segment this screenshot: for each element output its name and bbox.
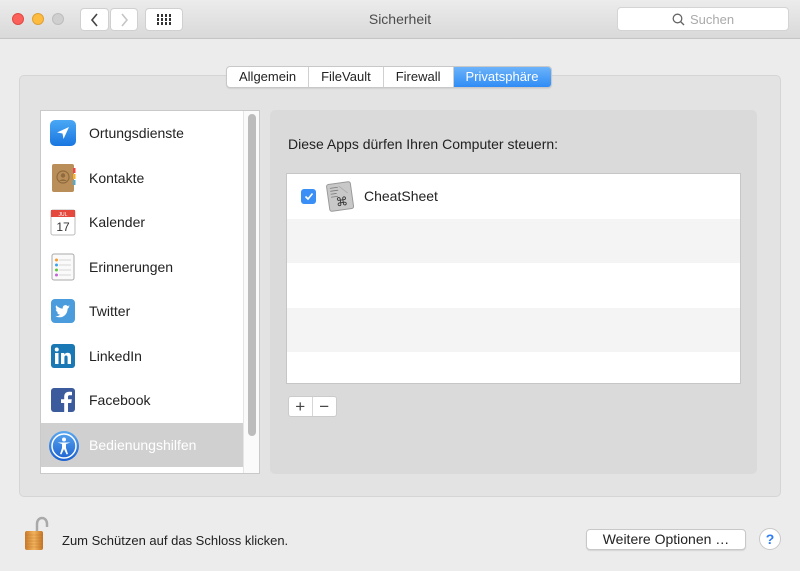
accessibility-icon <box>48 430 79 461</box>
calendar-day: 17 <box>56 220 70 234</box>
sidebar-item-kalender[interactable]: JUL 17 Kalender <box>41 200 244 244</box>
empty-list-row <box>287 263 740 308</box>
more-options-button[interactable]: Weitere Optionen … <box>586 529 746 550</box>
lock-button[interactable] <box>23 516 49 552</box>
sidebar-item-kontakte[interactable]: Kontakte <box>41 156 244 200</box>
svg-text:⌘: ⌘ <box>335 194 349 210</box>
sidebar-item-erinnerungen[interactable]: Erinnerungen <box>41 245 244 289</box>
unlocked-padlock-icon <box>25 516 49 550</box>
search-icon <box>672 13 685 25</box>
tab-bar: Allgemein FileVault Firewall Privatsphär… <box>226 66 552 88</box>
title-bar: Sicherheit Suchen <box>0 0 800 39</box>
sidebar-item-label: Bedienungshilfen <box>89 436 197 453</box>
sidebar-item-label: Kontakte <box>89 169 145 186</box>
app-enabled-checkbox[interactable] <box>301 188 316 204</box>
apps-list[interactable]: ⌘ CheatSheet <box>286 173 741 384</box>
sidebar-item-bedienungshilfen[interactable]: Bedienungshilfen <box>41 422 244 467</box>
sidebar-item-facebook[interactable]: Facebook <box>41 378 244 422</box>
calendar-month: JUL <box>59 212 68 218</box>
add-app-button[interactable]: + <box>289 397 313 416</box>
help-button[interactable]: ? <box>759 528 781 550</box>
sidebar-scrollbar-thumb[interactable] <box>248 114 256 436</box>
tab-allgemein[interactable]: Allgemein <box>227 67 310 87</box>
list-item[interactable]: ⌘ CheatSheet <box>287 174 740 219</box>
privacy-detail-pane: Diese Apps dürfen Ihren Computer steuern… <box>270 110 757 474</box>
twitter-icon <box>48 296 78 326</box>
search-input[interactable]: Suchen <box>617 7 789 31</box>
reminders-icon <box>48 252 78 282</box>
empty-list-row <box>287 307 740 352</box>
sidebar-item-twitter[interactable]: Twitter <box>41 289 244 333</box>
cheatsheet-app-icon: ⌘ <box>325 180 355 213</box>
sidebar-item-label: Erinnerungen <box>89 258 174 275</box>
empty-list-row <box>287 352 740 383</box>
tab-firewall[interactable]: Firewall <box>384 67 454 87</box>
sidebar-item-label: Twitter <box>89 303 131 319</box>
sidebar-scrollbar[interactable] <box>243 111 259 473</box>
calendar-icon: JUL 17 <box>48 207 78 237</box>
privacy-category-list: Ortungsdienste Kontakte JUL 17 Kalender E… <box>40 110 260 474</box>
contacts-book-icon <box>48 163 78 193</box>
search-placeholder: Suchen <box>689 11 735 27</box>
checkmark-icon <box>304 192 313 200</box>
sidebar-item-ortungsdienste[interactable]: Ortungsdienste <box>41 111 244 155</box>
sidebar-item-label: Facebook <box>89 392 151 408</box>
apps-heading: Diese Apps dürfen Ihren Computer steuern… <box>288 136 559 152</box>
sidebar-item-label: LinkedIn <box>89 347 142 364</box>
facebook-icon <box>48 385 78 415</box>
location-arrow-icon <box>48 118 78 148</box>
sidebar-item-label: Kalender <box>89 214 146 230</box>
sidebar-item-label: Ortungsdienste <box>89 125 184 141</box>
lock-status-text: Zum Schützen auf das Schloss klicken. <box>62 533 289 548</box>
tab-filevault[interactable]: FileVault <box>309 67 384 87</box>
linkedin-icon <box>48 341 78 371</box>
app-name: CheatSheet <box>364 188 438 205</box>
sidebar-item-linkedin[interactable]: LinkedIn <box>41 334 244 378</box>
add-remove-control: + − <box>288 396 337 417</box>
empty-list-row <box>287 218 740 263</box>
remove-app-button[interactable]: − <box>313 397 336 416</box>
tab-privatsphaere[interactable]: Privatsphäre <box>453 67 551 87</box>
